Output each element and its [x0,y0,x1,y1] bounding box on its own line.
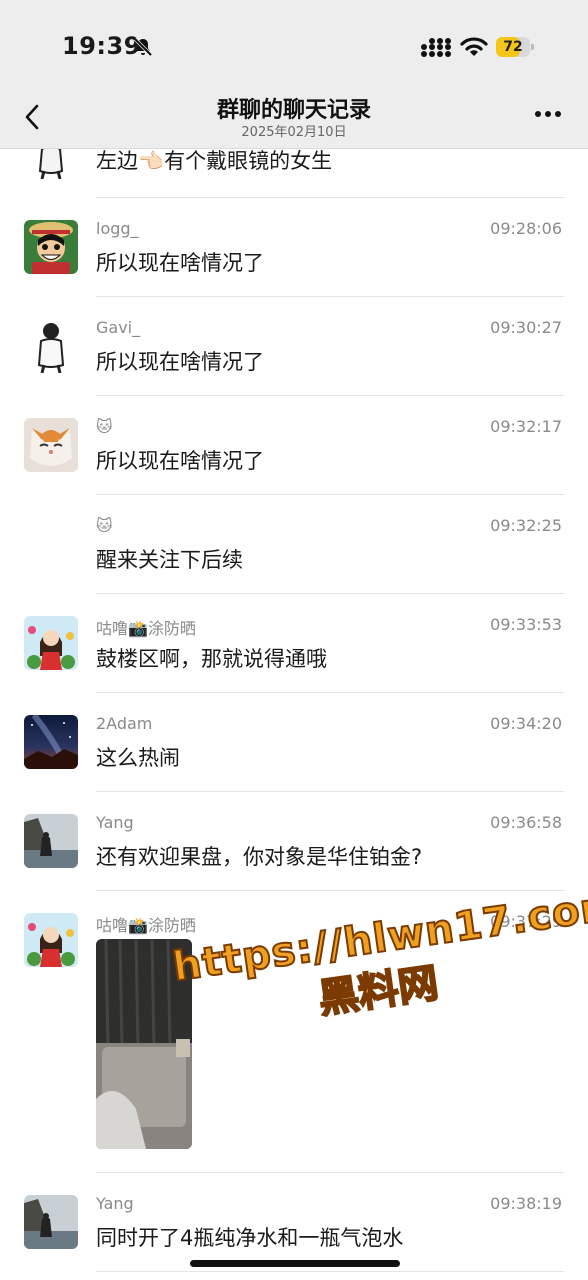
message-time: 09:34:20 [490,714,562,733]
signal-icon [421,38,451,57]
cat-avatar[interactable] [24,418,78,472]
message-item: Yang 09:36:58 还有欢迎果盘，你对象是华住铂金? [0,793,588,892]
divider [96,890,564,891]
home-indicator[interactable] [190,1260,400,1267]
sender-name: 咕噜📸涂防晒 [96,619,196,638]
sender-name: 咕噜📸涂防晒 [96,916,196,935]
night-sky-avatar[interactable] [24,715,78,769]
message-text: 鼓楼区啊，那就说得通哦 [96,647,327,671]
seaside-avatar[interactable] [24,814,78,868]
man-sketch-avatar[interactable] [24,149,78,179]
message-time: 09:33:53 [490,615,562,634]
sender-name: logg_ [96,219,139,238]
status-time: 19:39 [62,32,141,60]
message-item: 2Adam 09:34:20 这么热闹 [0,694,588,793]
message-text: 所以现在啥情况了 [96,251,264,275]
message-item: 咕噜📸涂防晒 09:33:53 鼓楼区啊，那就说得通哦 [0,595,588,694]
divider [96,1172,564,1173]
divider [96,395,564,396]
seaside-avatar[interactable] [24,1195,78,1249]
message-item: Gavi_ 09:30:27 所以现在啥情况了 [0,298,588,397]
sender-name: Yang [96,813,134,832]
sender-name: 🐱 [96,516,113,535]
message-item: Yang 09:38:19 同时开了4瓶纯净水和一瓶气泡水 [0,1174,588,1273]
message-text: 同时开了4瓶纯净水和一瓶气泡水 [96,1226,404,1250]
man-sketch-avatar[interactable] [24,319,78,373]
message-list[interactable]: 左边👈🏻有个戴眼镜的女生 logg_ 09:28:06 所以现在啥情况了 Gav… [0,149,588,1280]
message-text: 所以现在啥情况了 [96,350,264,374]
message-time: 09:32:17 [490,417,562,436]
status-bar: 19:39 72 [0,0,588,96]
message-time: 09:38:19 [490,1194,562,1213]
divider [96,197,564,198]
luffy-avatar[interactable] [24,220,78,274]
page-title: 群聊的聊天记录 [216,98,371,123]
divider [96,692,564,693]
battery-icon: 72 [496,37,534,57]
message-time: 09:36:58 [490,813,562,832]
sender-name: Gavi_ [96,318,141,337]
wifi-icon [460,37,488,56]
sender-name: 2Adam [96,714,153,733]
message-time: 09:32:25 [490,516,562,535]
message-text: 所以现在啥情况了 [96,449,264,473]
message-item: 左边👈🏻有个戴眼镜的女生 [0,149,588,199]
nav-bar: 群聊的聊天记录 2025年02月10日 [0,96,588,149]
message-time: 09:30:27 [490,318,562,337]
divider [96,296,564,297]
message-item: 🐱 09:32:17 所以现在啥情况了 [0,397,588,496]
message-time: 09:28:06 [490,219,562,238]
message-item: logg_ 09:28:06 所以现在啥情况了 [0,199,588,298]
battery-level: 72 [503,39,523,55]
message-text: 左边👈🏻有个戴眼镜的女生 [96,149,333,173]
sender-name: 🐱 [96,417,113,436]
more-icon[interactable] [534,110,562,118]
girl-cartoon-avatar[interactable] [24,913,78,967]
message-text: 这么热闹 [96,746,180,770]
divider [96,1271,564,1272]
girl-cartoon-avatar[interactable] [24,616,78,670]
divider [96,593,564,594]
divider [96,791,564,792]
divider [96,494,564,495]
message-text: 还有欢迎果盘，你对象是华住铂金? [96,845,423,869]
message-text: 醒来关注下后续 [96,548,243,572]
page-subtitle-date: 2025年02月10日 [241,125,347,140]
bell-muted-icon [133,37,153,57]
sender-name: Yang [96,1194,134,1213]
message-item: 🐱 09:32:25 醒来关注下后续 [0,496,588,595]
